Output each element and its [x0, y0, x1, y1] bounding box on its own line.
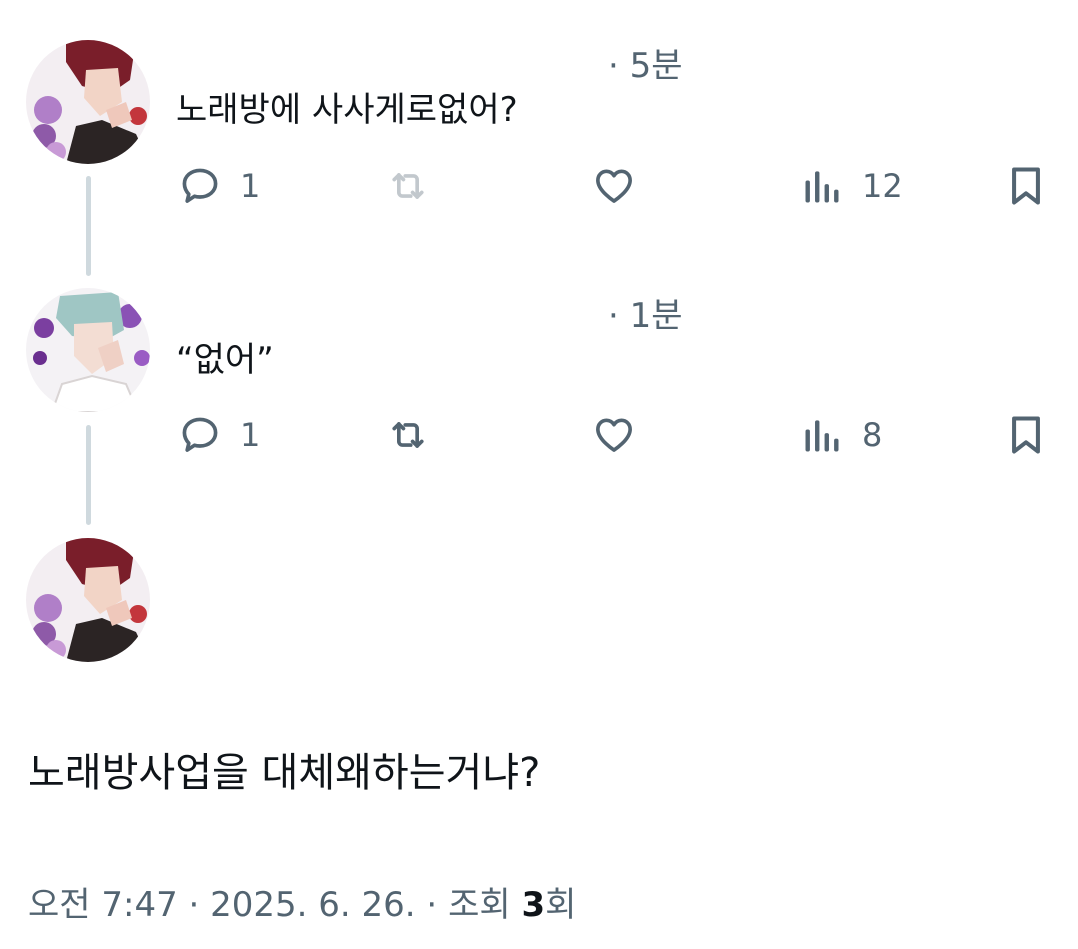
- avatar[interactable]: [26, 288, 150, 412]
- views-count: 3: [521, 885, 546, 925]
- tweet-timestamp[interactable]: · 1분: [608, 288, 683, 337]
- like-button[interactable]: [592, 413, 636, 457]
- avatar[interactable]: [26, 538, 150, 662]
- tweet-time[interactable]: 오전 7:47: [28, 885, 178, 925]
- thread-connector: [86, 176, 91, 276]
- reply-button[interactable]: 1: [178, 413, 260, 457]
- bookmark-icon: [1004, 164, 1048, 208]
- like-button[interactable]: [592, 164, 636, 208]
- tweet-timestamp[interactable]: · 5분: [608, 38, 683, 87]
- bar-chart-icon: [800, 413, 844, 457]
- heart-icon: [592, 164, 636, 208]
- views-label: 조회: [448, 885, 522, 925]
- thread-connector: [86, 425, 91, 525]
- separator: ·: [415, 885, 449, 925]
- views-suffix: 회: [545, 885, 577, 925]
- retweet-button[interactable]: [386, 164, 430, 208]
- retweet-arrows-icon: [386, 164, 430, 208]
- view-count: 12: [862, 167, 903, 205]
- reply-count: 1: [240, 416, 261, 454]
- speech-bubble-icon: [178, 164, 222, 208]
- views-button[interactable]: 12: [800, 164, 903, 208]
- speech-bubble-icon: [178, 413, 222, 457]
- views-button[interactable]: 8: [800, 413, 882, 457]
- heart-icon: [592, 413, 636, 457]
- reply-count: 1: [240, 167, 261, 205]
- retweet-arrows-icon: [386, 413, 430, 457]
- bookmark-button[interactable]: [1004, 164, 1048, 208]
- bar-chart-icon: [800, 164, 844, 208]
- view-count: 8: [862, 416, 883, 454]
- retweet-button[interactable]: [386, 413, 430, 457]
- separator: ·: [177, 885, 211, 925]
- main-tweet-text: 노래방사업을 대체왜하는거냐?: [28, 750, 541, 796]
- avatar[interactable]: [26, 40, 150, 164]
- reply-button[interactable]: 1: [178, 164, 260, 208]
- tweet-date[interactable]: 2025. 6. 26.: [210, 885, 415, 925]
- tweet-text: “없어”: [176, 340, 274, 380]
- bookmark-icon: [1004, 413, 1048, 457]
- bookmark-button[interactable]: [1004, 413, 1048, 457]
- tweet-metadata: 오전 7:47 · 2025. 6. 26. · 조회 3회: [28, 877, 576, 926]
- tweet-text: 노래방에 사사게로없어?: [176, 90, 518, 130]
